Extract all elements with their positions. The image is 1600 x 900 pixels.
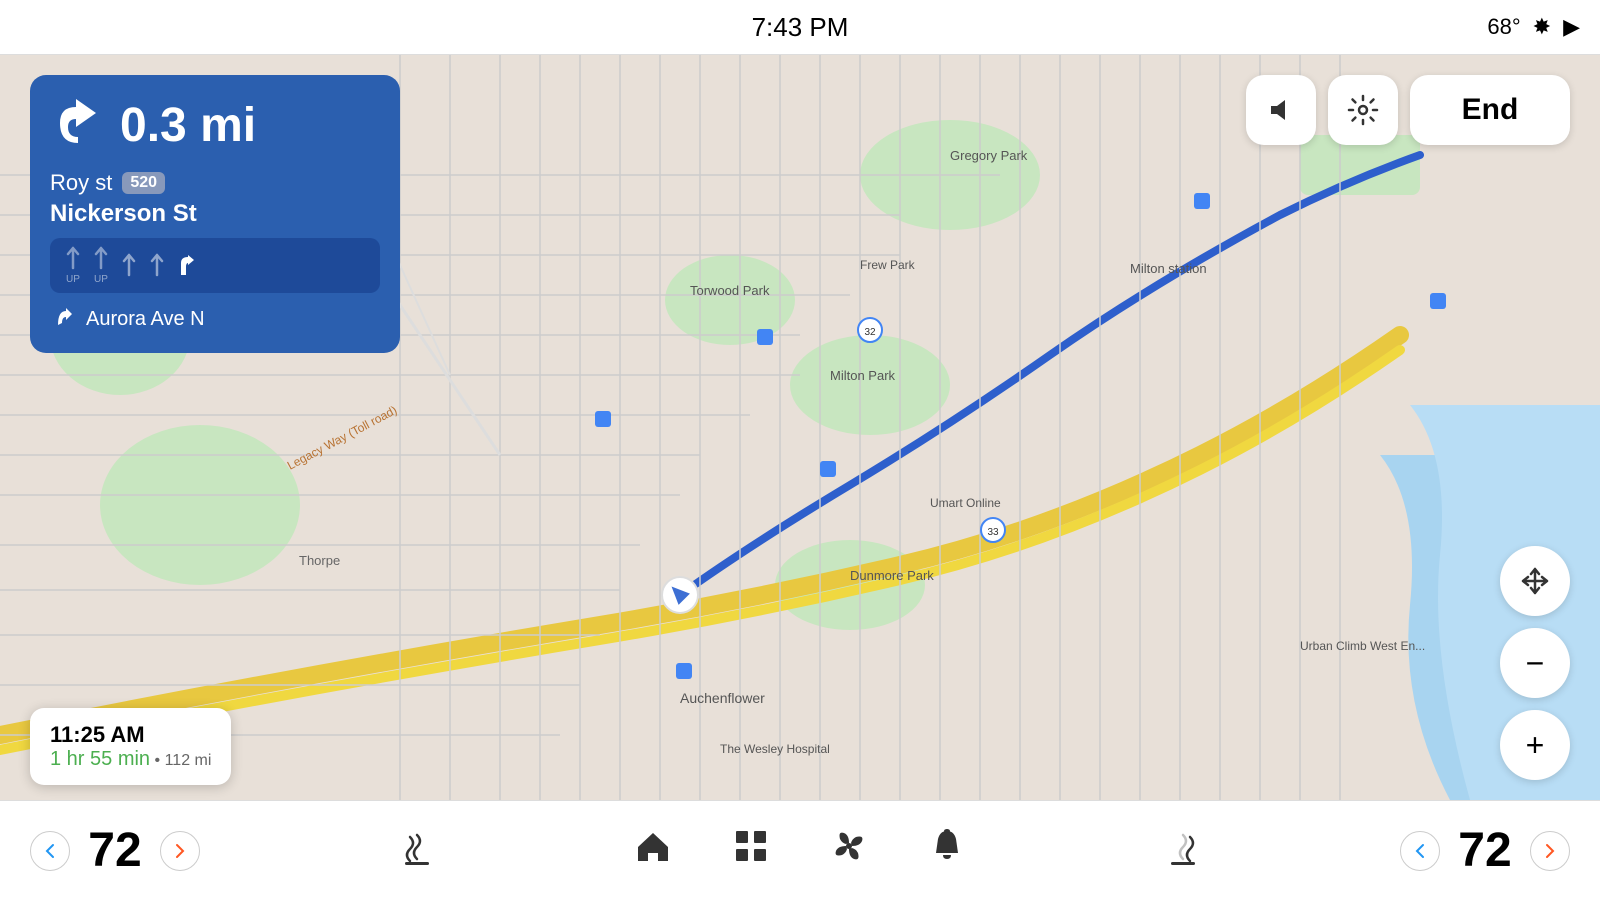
right-heat-icon: [1163, 827, 1203, 875]
eta-time: 11:25 AM: [50, 722, 145, 747]
eta-card: 11:25 AM 1 hr 55 min • 112 mi: [30, 708, 231, 785]
left-temp-value: 72: [80, 823, 150, 878]
left-temp-control: 72: [30, 823, 200, 878]
zoom-out-button[interactable]: −: [1500, 628, 1570, 698]
bottom-bar: 72: [0, 800, 1600, 900]
lane-1: UP: [62, 246, 84, 285]
notification-button[interactable]: [928, 827, 966, 874]
next-turn-street: Aurora Ave N: [86, 308, 205, 331]
top-controls: End: [1246, 75, 1570, 145]
right-temp-decrease[interactable]: [1400, 831, 1440, 871]
distance-text: 0.3 mi: [120, 98, 256, 153]
right-temp-control: 72: [1400, 823, 1570, 878]
status-right: 68° ✸ ▶: [1487, 14, 1580, 40]
lane-guidance: UP UP: [50, 238, 380, 293]
status-time: 7:43 PM: [752, 12, 849, 43]
lane-5: [174, 253, 196, 279]
left-heat-icon: [397, 827, 437, 875]
zoom-in-button[interactable]: +: [1500, 710, 1570, 780]
left-temp-decrease[interactable]: [30, 831, 70, 871]
nav-card-top: 0.3 mi: [50, 93, 380, 158]
nav-card: 0.3 mi Roy st 520 Nickerson St UP UP: [30, 75, 400, 353]
milton-park-label: Milton Park: [830, 368, 896, 383]
eta-separator: •: [155, 752, 161, 769]
lane-3: [118, 253, 140, 279]
svg-text:32: 32: [864, 327, 876, 338]
right-temp-increase[interactable]: [1530, 831, 1570, 871]
status-bar: 7:43 PM 68° ✸ ▶: [0, 0, 1600, 55]
route-badge: 520: [122, 172, 165, 194]
volume-button[interactable]: [1246, 75, 1316, 145]
zoom-in-icon: +: [1526, 729, 1545, 761]
svg-text:33: 33: [987, 527, 999, 538]
street-row: Roy st 520: [50, 170, 380, 196]
signal-icon: ▶: [1563, 14, 1580, 40]
thorpe-label: Thorpe: [299, 553, 340, 568]
dunmore-park-label: Dunmore Park: [850, 568, 934, 583]
right-temp-value: 72: [1450, 823, 1520, 878]
map-controls: − +: [1500, 546, 1570, 780]
eta-duration: 1 hr 55 min: [50, 748, 150, 770]
settings-button[interactable]: [1328, 75, 1398, 145]
end-label: End: [1462, 93, 1519, 127]
end-navigation-button[interactable]: End: [1410, 75, 1570, 145]
urban-climb-label: Urban Climb West En...: [1300, 639, 1425, 653]
umart-label: Umart Online: [930, 496, 1001, 510]
next-turn: Aurora Ave N: [50, 303, 380, 335]
next-turn-icon: [50, 303, 76, 335]
left-temp-increase[interactable]: [160, 831, 200, 871]
wesley-hospital-label: The Wesley Hospital: [720, 742, 830, 756]
zoom-out-icon: −: [1526, 647, 1545, 679]
status-temperature: 68°: [1487, 14, 1520, 40]
bottom-nav-icons: [634, 827, 966, 874]
apps-button[interactable]: [732, 827, 770, 874]
fan-button[interactable]: [830, 827, 868, 874]
bluetooth-icon: ✸: [1533, 14, 1551, 40]
auchenflower-label: Auchenflower: [680, 690, 765, 706]
eta-distance: 112 mi: [165, 752, 212, 769]
lane-4: [146, 253, 168, 279]
milton-station-label: Milton station: [1130, 261, 1207, 276]
torwood-park-label: Torwood Park: [690, 283, 770, 298]
lane-2: UP: [90, 246, 112, 285]
street-name: Roy st: [50, 170, 112, 196]
turn-arrow-icon: [50, 93, 106, 158]
street-info: Roy st 520 Nickerson St: [50, 170, 380, 228]
move-map-button[interactable]: [1500, 546, 1570, 616]
frew-park-label: Frew Park: [860, 258, 916, 272]
gregory-park-label: Gregory Park: [950, 148, 1028, 163]
home-button[interactable]: [634, 827, 672, 874]
cross-street: Nickerson St: [50, 200, 380, 228]
